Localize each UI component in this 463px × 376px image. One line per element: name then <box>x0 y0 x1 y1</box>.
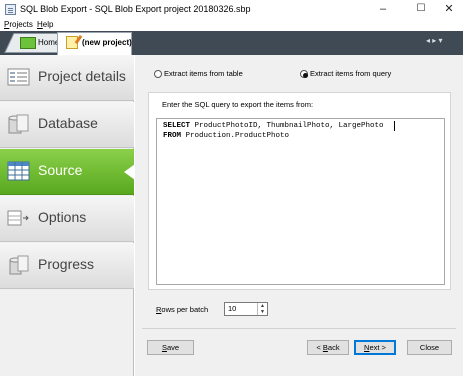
sql-query-text[interactable]: SELECT ProductPhotoID, ThumbnailPhoto, L… <box>163 121 384 141</box>
home-icon <box>20 36 36 49</box>
tab-home-content[interactable]: Home <box>20 35 59 51</box>
tab-navigation-arrows-icon[interactable]: ◂ ▸ ▾ <box>426 33 443 49</box>
footer-divider <box>142 328 456 329</box>
options-icon <box>7 210 29 226</box>
menu-projects[interactable]: Projects <box>4 19 33 31</box>
sql-from-table: Production.ProductPhoto <box>181 132 290 140</box>
next-button[interactable]: Next > <box>354 340 396 355</box>
sql-select-columns: ProductPhotoID, ThumbnailPhoto, LargePho… <box>190 122 384 130</box>
rows-per-batch-label-rest: ows per batch <box>161 305 209 314</box>
tab-new-project-label: (new project) <box>82 38 132 47</box>
radio-extract-from-table-label[interactable]: Extract items from table <box>164 69 243 79</box>
sidebar-item-database[interactable]: Database <box>0 102 134 148</box>
close-window-button[interactable]: ✕ <box>435 0 463 19</box>
sidebar-item-source[interactable]: Source <box>0 149 134 195</box>
sidebar-item-project-details-label: Project details <box>38 68 126 84</box>
source-table-icon <box>7 161 30 181</box>
sidebar-item-progress-label: Progress <box>38 256 95 272</box>
back-button[interactable]: < Back <box>307 340 349 355</box>
sql-keyword-from: FROM <box>163 132 182 140</box>
menu-projects-label: rojects <box>9 20 33 29</box>
sidebar-item-progress[interactable]: Progress <box>0 243 134 289</box>
back-button-label: < Back <box>316 343 340 352</box>
menu-bar <box>0 19 463 31</box>
menu-help-label: elp <box>42 20 54 29</box>
app-icon <box>5 4 16 15</box>
close-button-label: Close <box>419 343 440 352</box>
sidebar-item-database-label: Database <box>38 115 98 131</box>
menu-help[interactable]: Help <box>37 19 53 31</box>
text-caret <box>394 121 395 131</box>
tab-new-project-content[interactable]: (new project) <box>66 36 132 50</box>
maximize-button[interactable]: ☐ <box>407 0 435 19</box>
sidebar-item-project-details[interactable]: Project details <box>0 55 134 101</box>
rows-per-batch-label: Rows per batch <box>156 305 208 314</box>
sql-keyword-select: SELECT <box>163 122 191 130</box>
progress-icon <box>9 255 29 275</box>
sidebar-item-source-label: Source <box>38 162 83 178</box>
save-button-label: ave <box>166 343 180 352</box>
sidebar-item-options-label: Options <box>38 209 87 225</box>
radio-extract-from-query[interactable] <box>300 70 308 78</box>
radio-extract-from-table[interactable] <box>154 70 162 78</box>
window-title: SQL Blob Export - SQL Blob Export projec… <box>20 4 251 14</box>
query-instruction: Enter the SQL query to export the items … <box>162 100 314 109</box>
database-icon <box>8 114 29 134</box>
radio-extract-from-query-label[interactable]: Extract items from query <box>310 69 391 79</box>
edit-note-icon <box>66 36 78 50</box>
save-button[interactable]: Save <box>147 340 194 355</box>
active-item-pointer <box>124 164 135 180</box>
sql-query-editor[interactable] <box>156 118 445 285</box>
next-button-label: Next > <box>364 343 386 352</box>
project-details-icon <box>7 68 30 86</box>
minimize-button[interactable]: – <box>369 0 397 19</box>
sidebar-item-options[interactable]: Options <box>0 196 134 242</box>
rows-per-batch-spinner-icon[interactable]: ▲ ▼ <box>257 303 267 315</box>
close-button[interactable]: Close <box>407 340 452 355</box>
